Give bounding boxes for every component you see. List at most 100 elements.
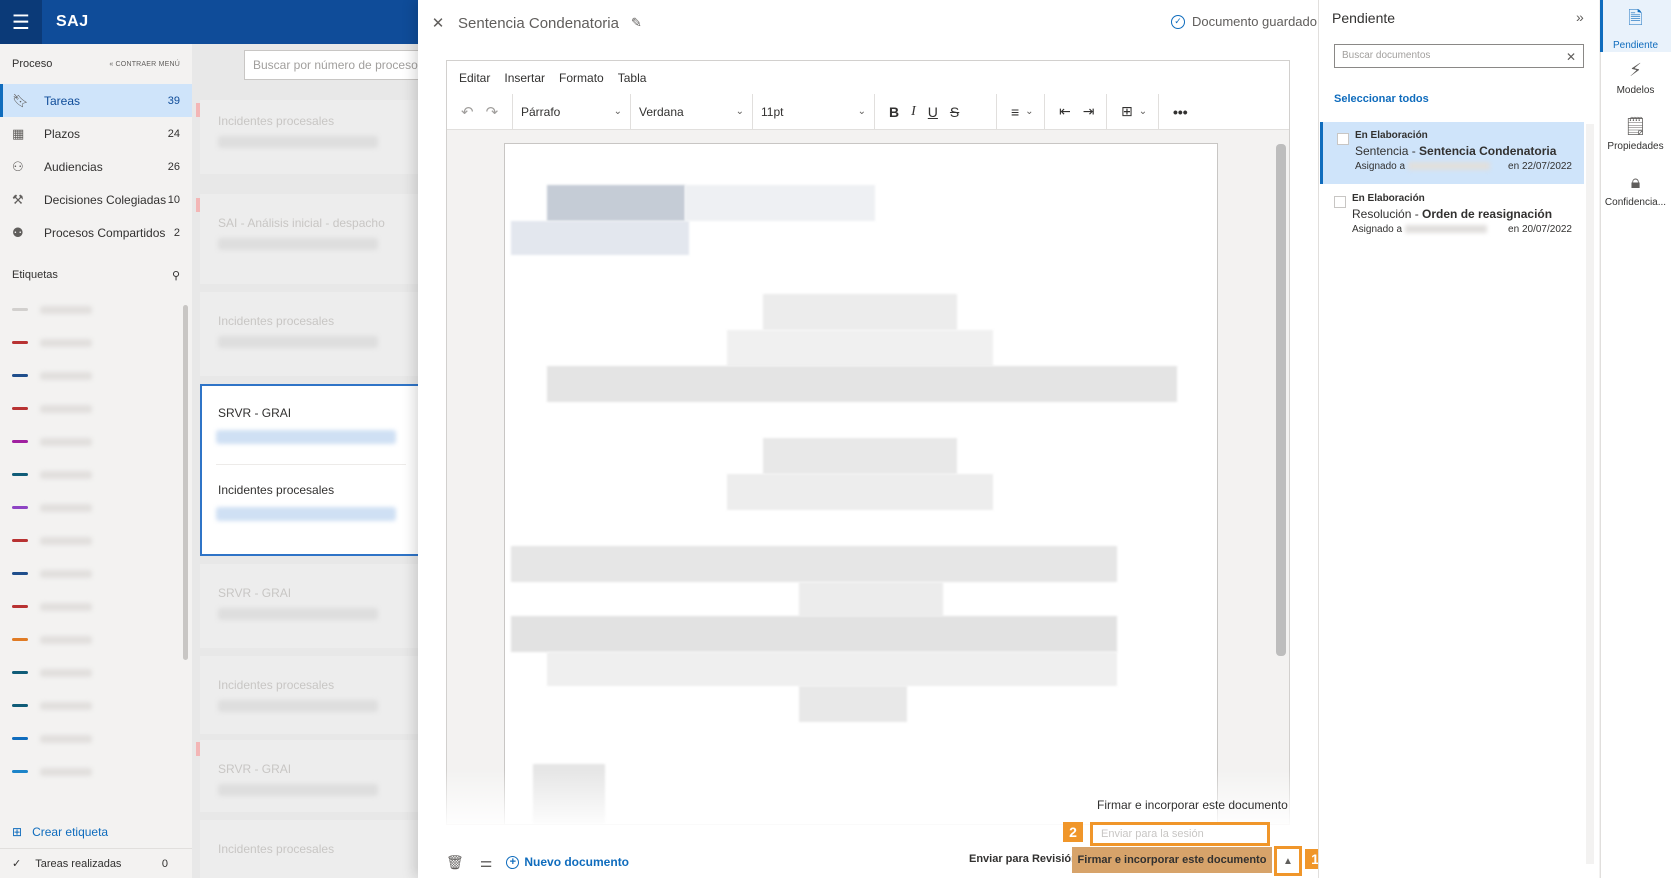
send-to-session-input[interactable]: Enviar para la sesión bbox=[1090, 822, 1270, 846]
nav-item-tareas[interactable]: 🔖︎ Tareas 39 bbox=[0, 84, 192, 117]
trash-icon[interactable]: 🗑︎ bbox=[446, 854, 464, 871]
task-card[interactable]: Incidentes procesales bbox=[200, 100, 420, 174]
task-card[interactable]: SRVR - GRAI bbox=[200, 740, 420, 812]
tag-item[interactable] bbox=[0, 359, 192, 392]
tag-item[interactable] bbox=[0, 689, 192, 722]
task-card-detail bbox=[218, 336, 378, 348]
hamburger-menu-icon[interactable]: ☰ bbox=[0, 0, 42, 44]
tag-item[interactable] bbox=[0, 722, 192, 755]
underline-icon[interactable]: U bbox=[928, 104, 938, 120]
tag-label-blurred bbox=[40, 503, 92, 512]
task-card[interactable]: SAI - Análisis inicial - despacho bbox=[200, 194, 420, 284]
paragraph-style-select[interactable]: Párrafo ⌄ bbox=[513, 93, 631, 130]
new-document-button[interactable]: + Nuevo documento bbox=[506, 855, 629, 869]
blurred-content bbox=[799, 686, 907, 722]
indent-icon[interactable]: ⇥ bbox=[1083, 103, 1095, 120]
panel-scrollbar[interactable] bbox=[1586, 124, 1594, 864]
tag-item[interactable] bbox=[0, 755, 192, 788]
nav-item-label: Tareas bbox=[44, 93, 81, 108]
document-page[interactable] bbox=[504, 143, 1218, 825]
tag-item[interactable] bbox=[0, 326, 192, 359]
tag-item[interactable] bbox=[0, 392, 192, 425]
tag-item[interactable] bbox=[0, 557, 192, 590]
tag-item[interactable] bbox=[0, 656, 192, 689]
nav-item-label: Decisiones Colegiadas bbox=[44, 192, 167, 207]
settings-sliders-icon[interactable]: ⚌ bbox=[480, 854, 493, 871]
document-title: Orden de reasignación bbox=[1422, 207, 1553, 221]
selected-task-card[interactable]: SRVR - GRAI Incidentes procesales bbox=[200, 384, 422, 556]
font-family-select[interactable]: Verdana ⌄ bbox=[631, 93, 753, 130]
close-icon[interactable]: ✕ bbox=[418, 14, 458, 32]
menu-insertar[interactable]: Insertar bbox=[504, 71, 545, 85]
task-card[interactable]: Incidentes procesales bbox=[200, 820, 420, 878]
rail-item-confidencialidad[interactable]: 🔒︎ Confidencia... bbox=[1600, 172, 1671, 222]
tag-color-bar bbox=[12, 605, 28, 608]
undo-icon[interactable]: ↶ bbox=[461, 103, 474, 121]
task-card[interactable]: Incidentes procesales bbox=[200, 292, 420, 376]
blurred-content bbox=[727, 474, 993, 510]
nav-item-decisiones-colegiadas[interactable]: ⚒ Decisiones Colegiadas 10 bbox=[0, 183, 192, 216]
editor-scrollbar[interactable] bbox=[1276, 144, 1286, 656]
document-search-input[interactable]: Buscar documentos ✕ bbox=[1334, 44, 1584, 68]
checkbox[interactable] bbox=[1337, 133, 1349, 145]
send-review-button[interactable]: Enviar para Revisión bbox=[969, 853, 1078, 865]
sign-document-button[interactable]: Firmar e incorporar este documento bbox=[1072, 847, 1272, 873]
collapse-menu-button[interactable]: « CONTRAER MENÚ bbox=[109, 61, 180, 68]
tags-header: Etiquetas ⚲ bbox=[0, 257, 192, 293]
strikethrough-icon[interactable]: S bbox=[950, 104, 959, 120]
rail-item-modelos[interactable]: ⚡︎ Modelos bbox=[1600, 60, 1671, 110]
font-size-select[interactable]: 11pt ⌄ bbox=[753, 93, 875, 130]
nav-item-audiencias[interactable]: ⚇ Audiencias 26 bbox=[0, 150, 192, 183]
checkbox[interactable] bbox=[1334, 196, 1346, 208]
document-list-item[interactable]: En Elaboración Resolución - Orden de rea… bbox=[1320, 185, 1584, 247]
tag-label-blurred bbox=[40, 437, 92, 446]
search-icon[interactable]: ⚲ bbox=[172, 269, 180, 282]
bold-icon[interactable]: B bbox=[889, 104, 899, 120]
document-assignment: Asignado a en 22/07/2022 bbox=[1355, 161, 1572, 172]
create-tag-button[interactable]: ⊞ Crear etiqueta bbox=[0, 817, 192, 847]
italic-icon[interactable]: I bbox=[911, 104, 916, 120]
tag-label-blurred bbox=[40, 470, 92, 479]
sign-options-button[interactable]: ▲ bbox=[1274, 846, 1302, 876]
tag-item[interactable] bbox=[0, 425, 192, 458]
nav-item-count: 2 bbox=[173, 226, 180, 239]
blurred-assignee bbox=[1404, 225, 1487, 234]
nav-item-plazos[interactable]: ▦ Plazos 24 bbox=[0, 117, 192, 150]
menu-formato[interactable]: Formato bbox=[559, 71, 604, 85]
menu-tabla[interactable]: Tabla bbox=[618, 71, 647, 85]
rail-item-propiedades[interactable]: 🗒︎ Propiedades bbox=[1600, 116, 1671, 166]
table-select[interactable]: ⊞ ⌄ bbox=[1107, 93, 1159, 130]
text-style-group: B I U S bbox=[875, 93, 997, 130]
tag-color-bar bbox=[12, 572, 28, 575]
nav-item-procesos-compartidos[interactable]: ⚉ Procesos Compartidos 2 bbox=[0, 216, 192, 249]
tag-color-bar bbox=[12, 374, 28, 377]
clear-icon[interactable]: ✕ bbox=[1566, 50, 1576, 64]
tag-item[interactable] bbox=[0, 458, 192, 491]
done-tasks-item[interactable]: ✓ Tareas realizadas 0 bbox=[0, 848, 192, 878]
edit-pencil-icon[interactable]: ✎ bbox=[631, 15, 642, 31]
redo-icon[interactable]: ↷ bbox=[486, 103, 499, 121]
top-bar: ☰ SAJ bbox=[0, 0, 420, 44]
outdent-icon[interactable]: ⇤ bbox=[1059, 103, 1071, 120]
process-search-input[interactable]: Buscar por número de proceso bbox=[244, 50, 424, 80]
menu-editar[interactable]: Editar bbox=[459, 71, 490, 85]
tag-item[interactable] bbox=[0, 524, 192, 557]
more-button[interactable]: ••• bbox=[1159, 94, 1202, 130]
task-card[interactable]: SRVR - GRAI bbox=[200, 564, 420, 648]
select-all-link[interactable]: Seleccionar todos bbox=[1334, 93, 1429, 105]
tag-item[interactable] bbox=[0, 590, 192, 623]
lock-icon: 🔒︎ bbox=[1630, 172, 1641, 192]
document-list-item[interactable]: En Elaboración Sentencia - Sentencia Con… bbox=[1320, 122, 1584, 184]
tag-item[interactable] bbox=[0, 293, 192, 326]
task-card[interactable]: Incidentes procesales bbox=[200, 656, 420, 734]
tag-item[interactable] bbox=[0, 623, 192, 656]
align-select[interactable]: ≡ ⌄ bbox=[997, 93, 1045, 130]
rail-item-pendiente[interactable]: 🗎︎ Pendiente bbox=[1600, 0, 1671, 52]
tag-label-blurred bbox=[40, 734, 92, 743]
double-chevron-right-icon[interactable]: » bbox=[1576, 9, 1584, 25]
tag-item[interactable] bbox=[0, 491, 192, 524]
nav-item-count: 24 bbox=[167, 127, 180, 140]
tag-label-blurred bbox=[40, 701, 92, 710]
tag-color-bar bbox=[12, 638, 28, 641]
left-scrollbar[interactable] bbox=[183, 305, 188, 660]
